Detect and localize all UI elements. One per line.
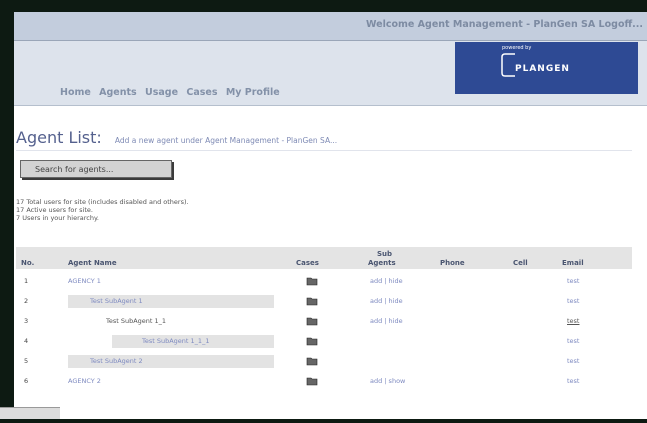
header-phone: Phone <box>440 259 465 267</box>
app-window: Welcome Agent Management - PlanGen SA Lo… <box>14 12 647 419</box>
subagent-actions[interactable]: add | show <box>370 377 405 385</box>
header-no: No. <box>21 259 35 267</box>
table-row: 2 Test SubAgent 1 add | hide test <box>16 294 632 310</box>
user-stats: 17 Total users for site (includes disabl… <box>16 198 189 222</box>
table-row: 5 Test SubAgent 2 test <box>16 354 632 370</box>
nav-links: Home Agents Usage Cases My Profile <box>60 87 285 98</box>
top-bar: Welcome Agent Management - PlanGen SA Lo… <box>14 12 647 41</box>
background-window-edge <box>0 403 647 419</box>
header-agent-name: Agent Name <box>68 259 117 267</box>
header-cases: Cases <box>296 259 319 267</box>
header-cell: Cell <box>513 259 528 267</box>
header-sub: Sub <box>377 250 393 258</box>
row-number: 5 <box>24 357 29 365</box>
email-link[interactable]: test <box>567 377 579 385</box>
email-link[interactable]: test <box>567 297 579 305</box>
row-number: 6 <box>24 377 29 385</box>
plangen-logo: powered by PLANGEN <box>455 42 638 94</box>
logo-powered-by: powered by <box>502 45 532 51</box>
nav-agents-link[interactable]: Agents <box>99 87 137 98</box>
subagent-actions[interactable]: add | hide <box>370 317 403 325</box>
header-agents: Agents <box>368 259 396 267</box>
subagent-actions[interactable]: add | hide <box>370 277 403 285</box>
email-link[interactable]: test <box>567 277 579 285</box>
add-agent-link[interactable]: Add a new agent under Agent Management -… <box>115 136 337 145</box>
title-row: Agent List: Add a new agent under Agent … <box>16 128 337 147</box>
row-number: 1 <box>24 277 29 285</box>
header-email: Email <box>562 259 584 267</box>
agent-name-link[interactable]: AGENCY 2 <box>68 377 101 385</box>
folder-icon[interactable] <box>306 316 318 326</box>
nav-usage-link[interactable]: Usage <box>145 87 178 98</box>
row-number: 2 <box>24 297 29 305</box>
email-link[interactable]: test <box>567 357 579 365</box>
row-number: 3 <box>24 317 29 325</box>
folder-icon[interactable] <box>306 296 318 306</box>
table-row: 6 AGENCY 2 add | show test <box>16 374 632 390</box>
logo-name: PLANGEN <box>515 64 570 74</box>
email-link[interactable]: test <box>567 337 579 345</box>
email-link[interactable]: test <box>567 317 579 325</box>
agent-name-link[interactable]: Test SubAgent 1_1_1 <box>142 337 209 345</box>
agent-name-link[interactable]: Test SubAgent 2 <box>90 357 143 365</box>
divider <box>16 150 632 151</box>
table-row: 1 AGENCY 1 add | hide test <box>16 274 632 290</box>
subagent-actions[interactable]: add | hide <box>370 297 403 305</box>
window-edge-shape <box>0 407 60 419</box>
agent-name-link[interactable]: AGENCY 1 <box>68 277 101 285</box>
table-row: 4 Test SubAgent 1_1_1 test <box>16 334 632 350</box>
folder-icon[interactable] <box>306 376 318 386</box>
page-title: Agent List: <box>16 128 102 147</box>
nav-my-profile-link[interactable]: My Profile <box>226 87 280 98</box>
table-row: 3 Test SubAgent 1_1 add | hide test <box>16 314 632 330</box>
folder-icon[interactable] <box>306 336 318 346</box>
stat-active: 17 Active users for site. <box>16 206 93 214</box>
agent-name-link[interactable]: Test SubAgent 1_1 <box>106 317 166 325</box>
welcome-text: Welcome Agent Management - PlanGen SA Lo… <box>366 19 643 30</box>
stat-hierarchy: 7 Users in your hierarchy. <box>16 214 99 222</box>
agent-name-link[interactable]: Test SubAgent 1 <box>90 297 143 305</box>
folder-icon[interactable] <box>306 276 318 286</box>
table-header: No. Agent Name Cases Sub Agents Phone Ce… <box>16 247 632 269</box>
folder-icon[interactable] <box>306 356 318 366</box>
stat-total: 17 Total users for site (includes disabl… <box>16 198 189 206</box>
row-number: 4 <box>24 337 29 345</box>
nav-cases-link[interactable]: Cases <box>186 87 217 98</box>
search-agents-button[interactable]: Search for agents... <box>20 160 172 178</box>
nav-home-link[interactable]: Home <box>60 87 91 98</box>
